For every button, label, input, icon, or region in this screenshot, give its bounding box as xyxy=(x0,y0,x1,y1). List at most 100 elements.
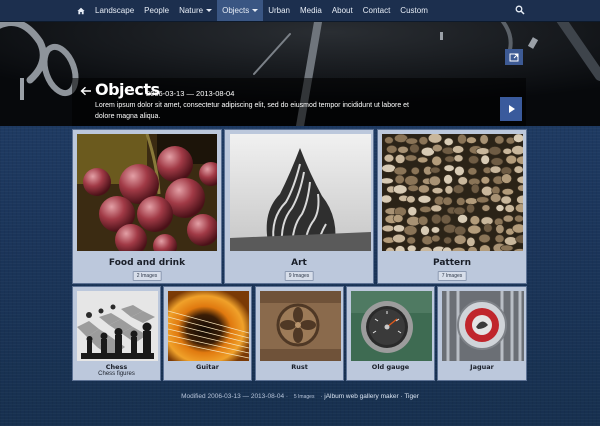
back-arrow-icon[interactable] xyxy=(80,86,92,96)
pebble-shape xyxy=(454,225,467,236)
pebble-shape xyxy=(430,226,440,234)
pebble-shape xyxy=(444,185,454,195)
pebble-shape xyxy=(443,137,454,146)
pebble-shape xyxy=(451,145,465,154)
pebble-shape xyxy=(470,183,480,194)
pebble-shape xyxy=(417,195,432,204)
pebble-shape xyxy=(392,184,408,195)
pebble-shape xyxy=(500,244,514,251)
pebble-shape xyxy=(490,157,504,166)
pebble-shape xyxy=(490,193,502,203)
image-thumbnail xyxy=(260,291,341,361)
slideshow-play-button[interactable] xyxy=(500,97,522,121)
pebble-shape xyxy=(421,235,434,246)
pebble-shape xyxy=(479,134,489,145)
pebble-shape xyxy=(419,205,432,213)
pebble-shape xyxy=(468,155,480,165)
nav-item-landscape[interactable]: Landscape xyxy=(90,0,139,21)
pebble-shape xyxy=(453,154,464,163)
nav-item-custom[interactable]: Custom xyxy=(395,0,433,21)
pebble-shape xyxy=(382,194,393,204)
nav-item-contact[interactable]: Contact xyxy=(358,0,396,21)
image-card-chess[interactable]: Chess Chess figures xyxy=(72,286,161,381)
pebble-shape xyxy=(410,166,420,175)
pebble-shape xyxy=(404,175,419,186)
image-card-rust[interactable]: Rust xyxy=(255,286,344,381)
pebble-shape xyxy=(480,176,491,185)
pebble-shape xyxy=(417,156,429,164)
pebble-shape xyxy=(397,145,409,154)
pebble-shape xyxy=(432,144,443,153)
pebble-shape xyxy=(452,184,465,194)
pebble-shape xyxy=(511,223,523,234)
image-caption: Chess figures xyxy=(98,371,135,377)
guitar-image xyxy=(168,291,249,361)
folder-card-art[interactable]: Art 9 Images xyxy=(224,129,374,284)
folder-title: Pattern xyxy=(433,258,471,268)
pebble-shape xyxy=(431,155,443,167)
nav-item-objects[interactable]: Objects xyxy=(217,0,264,21)
pebble-shape xyxy=(431,187,444,195)
pebble-shape xyxy=(392,214,404,223)
pebble-shape xyxy=(382,224,395,233)
pebble-shape xyxy=(417,184,430,194)
pebble-shape xyxy=(420,225,430,236)
nav-item-urban[interactable]: Urban xyxy=(263,0,295,21)
share-button[interactable] xyxy=(505,49,523,65)
gauge-image xyxy=(351,291,432,361)
folder-thumbnail xyxy=(77,134,217,251)
pebble-shape xyxy=(382,177,394,185)
pebble-shape xyxy=(407,206,418,217)
nav-item-label: Media xyxy=(300,6,322,15)
folder-thumbnail xyxy=(230,134,371,251)
nav-item-media[interactable]: Media xyxy=(295,0,327,21)
search-icon[interactable] xyxy=(515,5,525,15)
album-description: Lorem ipsum dolor sit amet, consectetur … xyxy=(95,102,409,120)
pebble-shape xyxy=(511,145,523,156)
pebble-shape xyxy=(407,244,417,251)
folder-card-pattern[interactable]: Pattern 7 Images xyxy=(377,129,527,284)
image-card-old-gauge[interactable]: Old gauge xyxy=(346,286,435,381)
image-thumbnail xyxy=(168,291,249,361)
pebble-shape xyxy=(417,215,429,226)
top-navbar: Landscape People Nature Objects Urban Me… xyxy=(0,0,600,22)
nav-item-label: Custom xyxy=(400,6,428,15)
pebble-shape xyxy=(504,204,515,213)
pebble-shape xyxy=(443,236,452,245)
image-card-guitar[interactable]: Guitar xyxy=(163,286,252,381)
image-title: Chess xyxy=(105,363,128,371)
pebble-shape xyxy=(494,234,505,243)
pebble-shape xyxy=(495,204,505,212)
nav-item-label: About xyxy=(331,6,353,15)
nav-item-label: Objects xyxy=(222,6,250,15)
footer-credit-link[interactable]: jAlbum web gallery maker · Tiger xyxy=(324,393,419,400)
pebble-shape xyxy=(403,225,418,236)
page-footer: Modified 2006-03-13 — 2013-08-04 · 5 Ima… xyxy=(0,393,600,403)
pebble-shape xyxy=(469,215,481,226)
pebble-shape xyxy=(480,154,490,165)
pebble-shape xyxy=(429,166,441,174)
pebble-shape xyxy=(394,154,406,164)
album-date-range: 2006-03-13 — 2013-08-04 xyxy=(146,89,235,98)
pebble-shape xyxy=(504,236,518,246)
footer-separator: · xyxy=(320,393,323,400)
nav-item-people[interactable]: People xyxy=(139,0,174,21)
image-thumbnail xyxy=(351,291,432,361)
pebble-shape xyxy=(431,213,442,225)
image-card-jaguar[interactable]: Jaguar xyxy=(437,286,527,381)
nav-home[interactable] xyxy=(72,0,90,21)
pebble-shape xyxy=(481,204,491,212)
image-title: Rust xyxy=(291,363,308,371)
nav-item-nature[interactable]: Nature xyxy=(174,0,217,21)
pebble-shape xyxy=(453,206,466,215)
image-thumbnail xyxy=(442,291,524,361)
nav-item-about[interactable]: About xyxy=(327,0,358,21)
pebble-shape xyxy=(383,153,395,163)
pebble-shape xyxy=(386,145,398,154)
pebble-shape xyxy=(457,214,468,224)
folder-card-food[interactable]: Food and drink 2 Images xyxy=(72,129,222,284)
rust-image xyxy=(260,291,341,361)
pebble-shape xyxy=(505,154,518,165)
pebble-shape xyxy=(513,165,523,174)
pebble-shape xyxy=(466,136,477,144)
